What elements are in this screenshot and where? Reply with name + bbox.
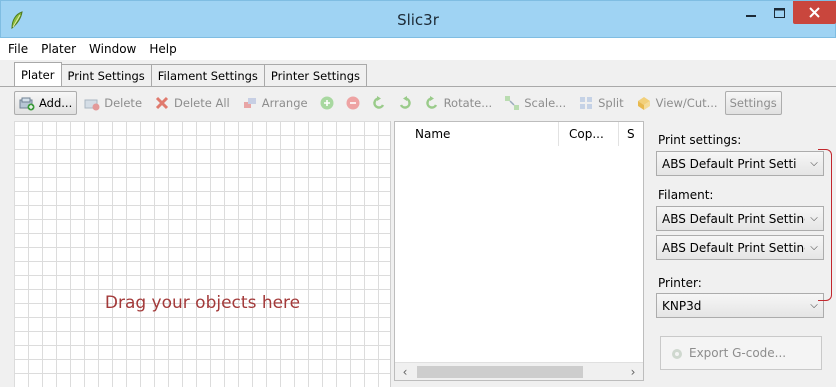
menu-plater[interactable]: Plater: [41, 42, 76, 56]
rotate-right-button[interactable]: [393, 91, 417, 115]
minimize-icon: [746, 14, 756, 17]
delete-all-button[interactable]: Delete All: [149, 91, 235, 115]
export-gcode-button[interactable]: Export G-code...: [660, 336, 822, 370]
settings-label: Settings: [729, 96, 777, 110]
rotate-left-icon: [372, 96, 384, 109]
increase-copies-button[interactable]: [315, 91, 339, 115]
export-gcode-label: Export G-code...: [689, 346, 787, 360]
window-title: Slic3r: [397, 11, 439, 29]
plus-circle-icon: [320, 96, 334, 110]
column-header-copies[interactable]: Cop...: [559, 122, 619, 146]
delete-all-label: Delete All: [174, 96, 230, 110]
tab-plater[interactable]: Plater: [14, 62, 62, 86]
drag-hint-text: Drag your objects here: [104, 293, 301, 313]
filament-select-2[interactable]: ABS Default Print Settinç ⌵: [656, 235, 824, 260]
title-bar[interactable]: Slic3r: [0, 0, 836, 38]
menu-window[interactable]: Window: [89, 42, 136, 56]
view-cut-button[interactable]: View/Cut...: [631, 91, 723, 115]
decrease-copies-button[interactable]: [341, 91, 365, 115]
filament-select-1[interactable]: ABS Default Print Settinç ⌵: [656, 206, 824, 231]
tab-filament-settings[interactable]: Filament Settings: [150, 64, 265, 86]
chevron-down-icon: ⌵: [810, 300, 818, 311]
minus-circle-icon: [346, 96, 360, 110]
add-label: Add...: [39, 96, 73, 110]
rotate-icon: [425, 96, 437, 109]
export-gear-icon: [672, 349, 682, 359]
rotate-button[interactable]: Rotate...: [419, 91, 498, 115]
scroll-right-arrow-icon[interactable]: ›: [625, 364, 641, 380]
column-header-name[interactable]: Name: [395, 122, 559, 146]
tab-strip: Plater Print Settings Filament Settings …: [14, 62, 367, 86]
horizontal-scrollbar[interactable]: ‹ ›: [395, 362, 643, 380]
arrange-icon: [243, 98, 256, 108]
menu-help[interactable]: Help: [149, 42, 176, 56]
filament-value-1: ABS Default Print Settinç: [662, 211, 805, 226]
scale-icon: [505, 96, 520, 110]
add-button[interactable]: Add...: [14, 91, 78, 115]
print-settings-value: ABS Default Print Setti: [662, 156, 797, 171]
column-header-scale[interactable]: S: [619, 122, 645, 146]
delete-all-icon: [155, 96, 169, 110]
tab-printer-settings[interactable]: Printer Settings: [263, 64, 367, 86]
printer-value: KNP3d: [662, 298, 702, 313]
print-settings-select[interactable]: ABS Default Print Setti ⌵: [656, 151, 824, 176]
scrollbar-thumb[interactable]: [417, 366, 583, 378]
tab-print-settings[interactable]: Print Settings: [60, 64, 152, 86]
delete-label: Delete: [104, 96, 143, 110]
arrange-button[interactable]: Arrange: [237, 91, 313, 115]
arrange-label: Arrange: [261, 96, 308, 110]
tab-divider: [0, 86, 836, 87]
menu-file[interactable]: File: [8, 42, 28, 56]
split-icon: [580, 97, 593, 109]
printer-label: Printer:: [658, 276, 702, 290]
print-settings-label: Print settings:: [658, 133, 742, 147]
rotate-right-icon: [399, 96, 411, 109]
minimize-button[interactable]: [737, 1, 765, 24]
rotate-label: Rotate...: [443, 96, 493, 110]
settings-button[interactable]: Settings: [724, 91, 782, 115]
view-cut-icon: [637, 97, 650, 110]
rotate-left-button[interactable]: [367, 91, 391, 115]
scroll-left-arrow-icon[interactable]: ‹: [397, 364, 413, 380]
printer-select[interactable]: KNP3d ⌵: [656, 293, 824, 318]
split-label: Split: [598, 96, 624, 110]
maximize-button[interactable]: [765, 1, 793, 24]
split-button[interactable]: Split: [573, 91, 629, 115]
view-cut-label: View/Cut...: [655, 96, 718, 110]
maximize-icon: [773, 7, 785, 18]
plater-canvas[interactable]: Drag your objects here: [14, 121, 391, 387]
add-brick-icon: [19, 97, 35, 111]
scale-button[interactable]: Scale...: [499, 91, 571, 115]
filament-label: Filament:: [658, 188, 714, 202]
scale-label: Scale...: [524, 96, 567, 110]
close-button[interactable]: [793, 1, 836, 24]
presets-bracket-annotation: [818, 149, 832, 301]
delete-brick-icon: [84, 99, 100, 111]
delete-button[interactable]: Delete: [79, 91, 147, 115]
menu-bar: File Plater Window Help: [0, 38, 836, 60]
filament-value-2: ABS Default Print Settinç: [662, 240, 805, 255]
close-icon: [809, 7, 820, 18]
plater-toolbar: Add... Delete Delete All Arrange Rotate.…: [14, 90, 836, 116]
object-list[interactable]: Name Cop... S ‹ ›: [394, 121, 644, 381]
